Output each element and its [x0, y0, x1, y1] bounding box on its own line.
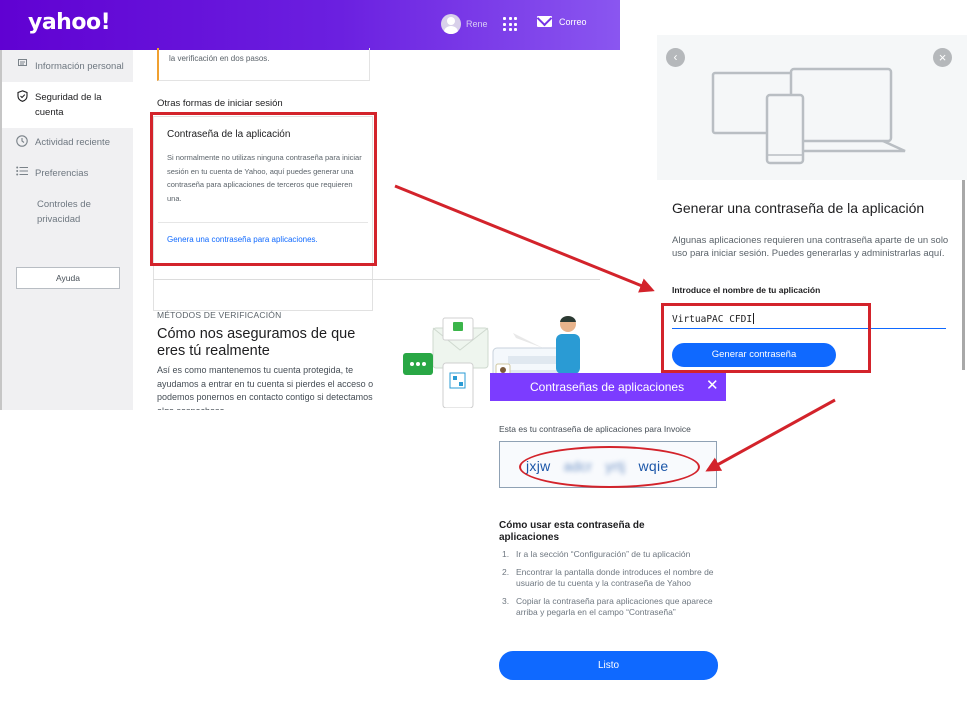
close-icon[interactable]: ✕: [706, 376, 719, 394]
mail-icon: [537, 16, 552, 27]
user-name: Rene: [466, 19, 488, 29]
app-passwords-dialog: Contraseñas de aplicaciones ✕ Esta es tu…: [490, 373, 726, 703]
two-step-text: la verificación en dos pasos.: [169, 54, 270, 63]
sidebar-item-label: Actividad reciente: [35, 137, 110, 148]
highlight-box: [661, 303, 871, 373]
list-item: 2. Encontrar la pantalla donde introduces…: [502, 566, 714, 589]
id-card-icon: [16, 59, 28, 66]
help-button[interactable]: Ayuda: [16, 267, 120, 289]
sidebar-item-account-security[interactable]: Seguridad de la cuenta: [2, 82, 135, 128]
avatar-icon: [441, 14, 461, 34]
dialog-title: Generar una contraseña de la aplicación: [672, 200, 925, 216]
dialog-header: Contraseñas de aplicaciones ✕: [490, 373, 726, 401]
sidebar-item-label: Preferencias: [35, 168, 89, 179]
devices-illustration: [711, 67, 906, 165]
apps-grid-icon[interactable]: [503, 17, 517, 31]
sidebar-item-label: Controles de privacidad: [37, 199, 91, 225]
verification-headline: Cómo nos aseguramos de que eres tú realm…: [157, 326, 356, 359]
user-menu[interactable]: Rene: [441, 14, 488, 34]
shield-icon: [16, 90, 28, 102]
list-icon: [16, 166, 28, 176]
howto-steps: 1. Ir a la sección “Configuración” de tu …: [502, 549, 717, 625]
dialog-header: ‹ ×: [657, 35, 967, 180]
sidebar-item-label: Información personal: [35, 61, 124, 72]
dialog-edge: [962, 180, 965, 370]
sidebar-item-label: Seguridad de la cuenta: [35, 92, 102, 118]
two-step-card: la verificación en dos pasos.: [157, 48, 370, 81]
divider: [153, 279, 600, 280]
sidebar-item-privacy-controls[interactable]: Controles de privacidad: [37, 197, 107, 227]
mail-link[interactable]: Correo: [537, 16, 587, 27]
list-item: 1. Ir a la sección “Configuración” de tu …: [502, 549, 691, 559]
yahoo-logo[interactable]: yahoo!: [28, 10, 111, 35]
list-item: 3. Copiar la contraseña para aplicaciones…: [502, 595, 713, 618]
verification-body: Así es como mantenemos tu cuenta protegi…: [157, 365, 374, 410]
verification-eyebrow: MÉTODOS DE VERIFICACIÓN: [157, 310, 282, 320]
sidebar-item-preferences[interactable]: Preferencias: [16, 166, 88, 181]
clock-icon: [16, 135, 28, 147]
close-icon[interactable]: ×: [933, 48, 952, 67]
other-signin-title: Otras formas de iniciar sesión: [157, 98, 283, 109]
password-intro: Esta es tu contraseña de aplicaciones pa…: [499, 424, 691, 434]
back-icon[interactable]: ‹: [666, 48, 685, 67]
app-name-label: Introduce el nombre de tu aplicación: [672, 285, 821, 295]
done-button[interactable]: Listo: [499, 651, 718, 680]
highlight-oval: [519, 446, 700, 488]
sidebar-item-recent-activity[interactable]: Actividad reciente: [16, 135, 110, 150]
arrow-to-password: [705, 398, 836, 472]
highlight-box: [150, 112, 377, 266]
dialog-description: Algunas aplicaciones requieren una contr…: [672, 235, 949, 259]
howto-title: Cómo usar esta contraseña de aplicacione…: [499, 520, 645, 543]
sidebar: Información personal Seguridad de la cue…: [0, 50, 135, 410]
mail-label: Correo: [559, 16, 587, 27]
dialog-title: Contraseñas de aplicaciones: [530, 380, 685, 394]
sidebar-item-personal-info[interactable]: Información personal: [16, 59, 124, 74]
top-bar: yahoo! Rene Correo: [0, 0, 620, 50]
